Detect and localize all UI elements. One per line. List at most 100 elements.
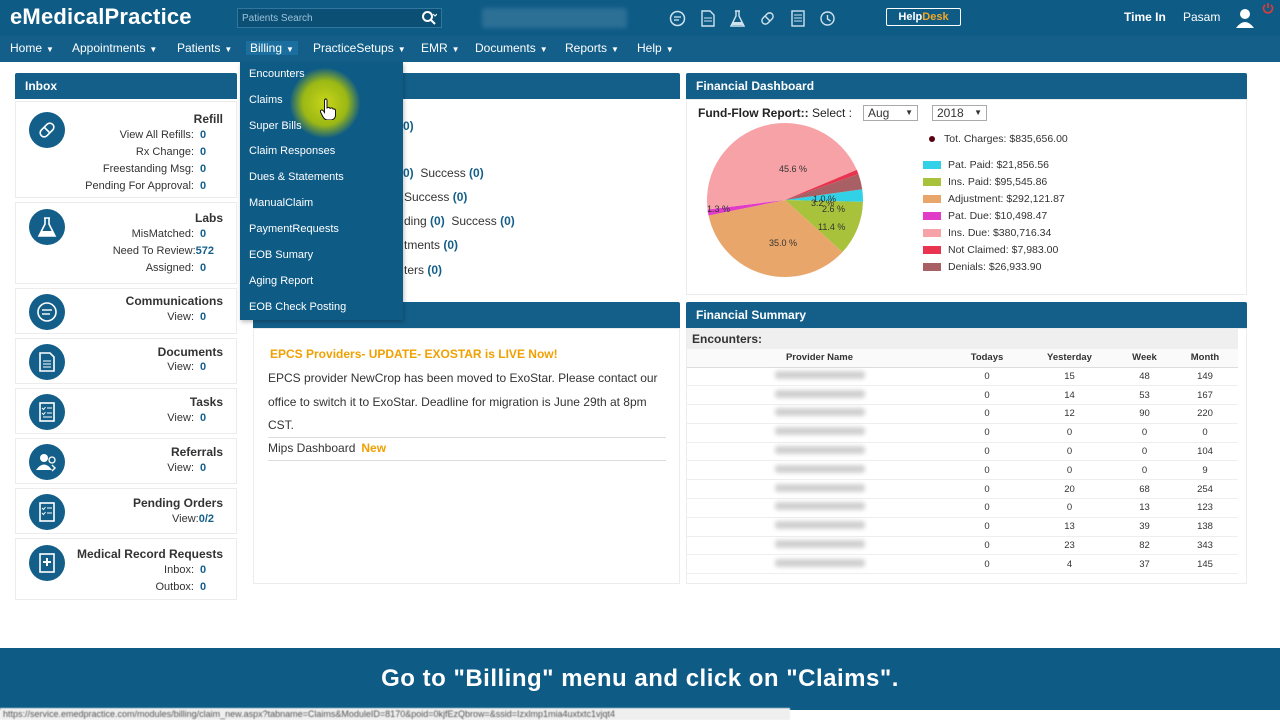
refill-freestanding[interactable]: Freestanding Msg: 0 xyxy=(103,163,214,175)
nav-home[interactable]: Home ▼ xyxy=(10,41,54,55)
inbox-medical-record-requests[interactable]: Medical Record Requests Inbox: 0 Outbox: 0 xyxy=(15,538,237,600)
referrals-view[interactable]: View: 0 xyxy=(167,462,214,474)
table-row[interactable]: 0 23 82 343 xyxy=(687,536,1238,556)
table-cell: 68 xyxy=(1117,479,1172,500)
fund-flow-pie-chart: 2.6 %11.4 %35.0 %1.3 %45.6 %1.0 %3.2 % xyxy=(707,122,863,277)
inbox-referrals[interactable]: Referrals View: 0 xyxy=(15,438,237,484)
inbox-communications[interactable]: Communications View: 0 xyxy=(15,288,237,334)
table-row[interactable]: 0 20 68 254 xyxy=(687,479,1238,500)
nav-patients[interactable]: Patients ▼ xyxy=(177,41,232,55)
menu-item-encounters[interactable]: Encounters xyxy=(249,68,305,80)
nav-appointments[interactable]: Appointments ▼ xyxy=(72,41,157,55)
legend-label: Pat. Due: $10,498.47 xyxy=(948,210,1048,222)
inbox-tasks[interactable]: Tasks View: 0 xyxy=(15,388,237,434)
tasks-view[interactable]: View: 0 xyxy=(167,412,214,424)
refill-pending-approval[interactable]: Pending For Approval: 0 xyxy=(85,180,214,192)
col-month[interactable]: Month xyxy=(1172,349,1238,368)
mips-label: Mips Dashboard xyxy=(268,441,356,455)
legend-item: Adjustment: $292,121.87 xyxy=(923,193,1065,205)
news-title[interactable]: EPCS Providers- UPDATE- EXOSTAR is LIVE … xyxy=(270,347,558,361)
helpdesk-button[interactable]: HelpDesk xyxy=(886,8,961,26)
col-todays[interactable]: Todays xyxy=(952,349,1022,368)
table-row[interactable]: 0 13 39 138 xyxy=(687,517,1238,537)
table-cell: 0 xyxy=(952,536,1022,556)
nav-reports[interactable]: Reports ▼ xyxy=(565,41,619,55)
user-name[interactable]: Pasam xyxy=(1183,10,1220,24)
status-line-3[interactable]: ding (0) Success (0) xyxy=(404,214,515,228)
status-line-5[interactable]: ters (0) xyxy=(404,263,442,277)
inbox-labs[interactable]: Labs MisMatched: 0 Need To Review:572 Ass… xyxy=(15,202,237,284)
table-cell: 90 xyxy=(1117,404,1172,424)
year-select[interactable]: 2018 ▼ xyxy=(932,105,987,121)
menu-item-eob-summary[interactable]: EOB Sumary xyxy=(249,249,313,261)
pending-orders-view[interactable]: View:0/2 xyxy=(172,513,214,525)
table-row[interactable]: 0 0 13 123 xyxy=(687,498,1238,518)
time-in-link[interactable]: Time In xyxy=(1124,10,1166,24)
table-cell: 9 xyxy=(1172,460,1238,481)
chevron-down-icon: ▼ xyxy=(286,45,294,54)
table-row[interactable]: 0000 xyxy=(687,423,1238,443)
inbox-pending-orders[interactable]: Pending Orders View:0/2 xyxy=(15,488,237,534)
nav-help[interactable]: Help ▼ xyxy=(637,41,674,55)
table-row[interactable]: 0009 xyxy=(687,460,1238,481)
table-row[interactable]: 0 0 0 104 xyxy=(687,442,1238,462)
table-cell: 48 xyxy=(1117,367,1172,387)
nav-patients-label: Patients xyxy=(177,41,221,55)
app-logo[interactable]: eMedicalPractice xyxy=(10,4,192,30)
communications-view[interactable]: View: 0 xyxy=(167,311,214,323)
menu-item-super-bills[interactable]: Super Bills xyxy=(249,120,302,132)
list-icon[interactable] xyxy=(788,9,807,28)
month-select[interactable]: Aug ▼ xyxy=(863,105,918,121)
patient-search-input[interactable] xyxy=(238,9,413,27)
menu-item-aging-report[interactable]: Aging Report xyxy=(249,275,313,287)
fund-flow-label: Fund-Flow Report:: Select : xyxy=(698,106,852,120)
table-row[interactable]: 0 15 48 149 xyxy=(687,367,1238,387)
table-row[interactable]: 0 14 53 167 xyxy=(687,385,1238,406)
pill-icon[interactable] xyxy=(758,9,777,28)
menu-item-claims[interactable]: Claims xyxy=(249,94,283,106)
medical-record-outbox-label: Outbox: xyxy=(155,581,194,593)
status-line-1[interactable]: 0) Success (0) xyxy=(403,166,484,180)
refill-view-all[interactable]: View All Refills: 0 xyxy=(120,129,214,141)
total-charges: Tot. Charges: $835,656.00 xyxy=(929,133,1068,145)
nav-emr[interactable]: EMR ▼ xyxy=(421,41,460,55)
medical-record-inbox[interactable]: Inbox: 0 xyxy=(164,564,214,576)
document-icon[interactable] xyxy=(698,9,717,28)
status-line-2-label: Success xyxy=(404,190,450,204)
history-icon[interactable] xyxy=(818,9,837,28)
menu-item-manual-claim[interactable]: ManualClaim xyxy=(249,197,313,209)
mips-dashboard-link[interactable]: Mips Dashboard New xyxy=(268,441,386,455)
medical-record-outbox[interactable]: Outbox: 0 xyxy=(155,581,214,593)
chat-icon[interactable] xyxy=(668,9,687,28)
status-line-2[interactable]: Success (0) xyxy=(404,190,467,204)
labs-mismatched[interactable]: MisMatched: 0 xyxy=(132,228,214,240)
search-icon[interactable] xyxy=(421,10,438,26)
table-row[interactable]: 0 12 90 220 xyxy=(687,404,1238,424)
labs-assigned[interactable]: Assigned: 0 xyxy=(146,262,214,274)
table-cell: 220 xyxy=(1172,404,1238,424)
nav-practicesetups[interactable]: PracticeSetups ▼ xyxy=(313,41,406,55)
status-line-4[interactable]: tments (0) xyxy=(404,238,458,252)
documents-view[interactable]: View: 0 xyxy=(167,361,214,373)
labs-need-review[interactable]: Need To Review:572 xyxy=(113,245,214,257)
inbox-refill[interactable]: Refill View All Refills: 0 Rx Change: 0 Fr… xyxy=(15,101,237,198)
col-yesterday[interactable]: Yesterday xyxy=(1022,349,1117,368)
nav-documents[interactable]: Documents ▼ xyxy=(475,41,548,55)
table-cell: 343 xyxy=(1172,536,1238,556)
col-week[interactable]: Week xyxy=(1117,349,1172,368)
menu-item-eob-check-posting[interactable]: EOB Check Posting xyxy=(249,301,346,313)
table-row[interactable]: 0 4 37 145 xyxy=(687,554,1238,575)
refill-rx-change[interactable]: Rx Change: 0 xyxy=(136,146,214,158)
tasks-title: Tasks xyxy=(189,395,223,409)
power-icon[interactable] xyxy=(1262,2,1274,14)
blurred-field xyxy=(482,8,627,28)
col-provider-name[interactable]: Provider Name xyxy=(687,349,952,368)
user-avatar-icon[interactable] xyxy=(1236,8,1254,28)
nav-billing[interactable]: Billing ▼ xyxy=(246,41,298,55)
nav-home-label: Home xyxy=(10,41,43,55)
inbox-documents[interactable]: Documents View: 0 xyxy=(15,338,237,384)
menu-item-payment-requests[interactable]: PaymentRequests xyxy=(249,223,339,235)
menu-item-claim-responses[interactable]: Claim Responses xyxy=(249,145,335,157)
menu-item-dues-statements[interactable]: Dues & Statements xyxy=(249,171,344,183)
flask-icon[interactable] xyxy=(728,9,747,28)
